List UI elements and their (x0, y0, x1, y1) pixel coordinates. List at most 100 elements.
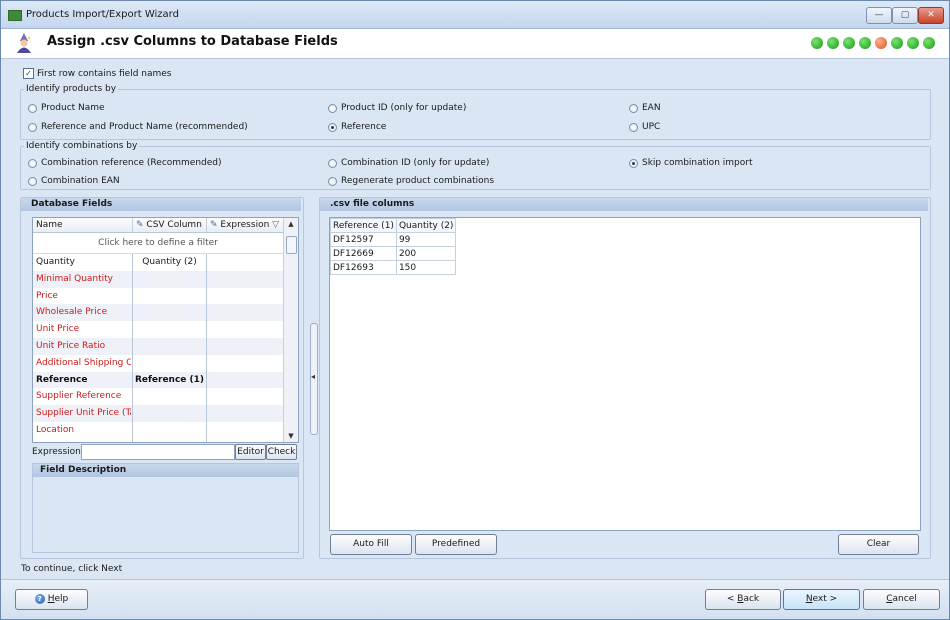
radio-icon[interactable] (328, 122, 337, 132)
radio-combination-reference[interactable]: Combination reference (Recommended) (28, 158, 222, 168)
scroll-down-icon[interactable]: ▼ (286, 432, 296, 440)
radio-product-id[interactable]: Product ID (only for update) (328, 103, 466, 113)
step-dot-icon (891, 37, 903, 49)
maximize-button[interactable]: ▢ (892, 7, 918, 24)
field-row[interactable]: Reference Reference (1) (33, 371, 283, 389)
check-icon[interactable]: ✓ (23, 68, 34, 79)
column-csv-header[interactable]: ✎ CSV Column (133, 218, 207, 232)
filter-row[interactable]: Click here to define a filter (33, 233, 283, 254)
radio-skip-combination[interactable]: Skip combination import (629, 158, 752, 168)
field-name: Unit Price Ratio (36, 340, 106, 351)
radio-icon[interactable] (629, 122, 638, 132)
csv-columns-title: .csv file columns (320, 198, 928, 211)
radio-product-name[interactable]: Product Name (28, 103, 105, 113)
radio-regenerate-combinations[interactable]: Regenerate product combinations (328, 176, 494, 186)
grid-header: Name ✎ CSV Column ✎ Expression ▽ (33, 218, 283, 233)
close-button[interactable]: ✕ (918, 7, 944, 24)
field-name: Minimal Quantity (36, 273, 114, 284)
grid-scrollbar[interactable]: ▲ ▼ (283, 218, 298, 442)
radio-label: Combination ID (only for update) (341, 158, 490, 168)
chevron-left-icon[interactable]: ◂ (311, 372, 315, 381)
radio-reference[interactable]: Reference (328, 122, 386, 132)
radio-icon[interactable] (328, 158, 337, 168)
csv-cell: DF12669 (330, 246, 397, 261)
radio-icon[interactable] (28, 176, 37, 186)
radio-icon[interactable] (328, 176, 337, 186)
help-icon: ? (34, 593, 45, 604)
scroll-thumb[interactable] (286, 236, 297, 254)
predefined-button[interactable]: Predefined (415, 534, 497, 555)
database-fields-title: Database Fields (21, 198, 301, 211)
step-dot-icon (811, 37, 823, 49)
field-row[interactable]: Location (33, 422, 283, 439)
clear-button[interactable]: Clear (838, 534, 919, 555)
radio-reference-and-name[interactable]: Reference and Product Name (recommended) (28, 122, 248, 132)
back-button[interactable]: < Back (705, 589, 781, 610)
field-csv-column[interactable]: Reference (1) (133, 372, 206, 389)
radio-label: Product Name (41, 103, 105, 113)
radio-combination-id[interactable]: Combination ID (only for update) (328, 158, 489, 168)
cancel-button[interactable]: Cancel (863, 589, 940, 610)
page-title: Assign .csv Columns to Database Fields (47, 34, 338, 49)
field-name: Reference (36, 374, 88, 385)
radio-label: Reference (341, 122, 387, 132)
editor-button[interactable]: Editor (235, 444, 266, 460)
field-row[interactable]: Additional Shipping Cost (33, 355, 283, 372)
radio-icon[interactable] (629, 103, 638, 113)
auto-fill-button[interactable]: Auto Fill (330, 534, 412, 555)
panel-splitter[interactable]: ◂ (310, 323, 318, 435)
radio-icon[interactable] (28, 122, 37, 132)
column-divider (132, 254, 133, 442)
csv-row: DF12597 99 (330, 232, 457, 247)
field-name: Supplier Reference (36, 391, 122, 402)
radio-upc[interactable]: UPC (629, 122, 660, 132)
step-dot-icon (907, 37, 919, 49)
csv-header-row: Reference (1) Quantity (2) (330, 218, 457, 233)
radio-label: Product ID (only for update) (341, 103, 467, 113)
wizard-header: Assign .csv Columns to Database Fields (1, 29, 949, 59)
step-dot-icon (923, 37, 935, 49)
database-fields-grid[interactable]: Name ✎ CSV Column ✎ Expression ▽ Click h… (32, 217, 299, 443)
field-row[interactable]: Minimal Quantity (33, 270, 283, 288)
radio-label: UPC (642, 122, 661, 132)
field-row[interactable]: Supplier Reference (33, 388, 283, 405)
expression-label: Expression (32, 447, 81, 457)
check-button[interactable]: Check (266, 444, 297, 460)
csv-header-cell[interactable]: Quantity (2) (395, 218, 457, 233)
minimize-button[interactable]: — (866, 7, 892, 24)
field-row[interactable]: Price (33, 288, 283, 305)
radio-icon[interactable] (28, 103, 37, 113)
radio-combination-ean[interactable]: Combination EAN (28, 176, 120, 186)
radio-icon[interactable] (328, 103, 337, 113)
field-name: Wholesale Price (36, 307, 108, 318)
field-name: Additional Shipping Cost (36, 357, 131, 368)
field-row[interactable]: Unit Price Ratio (33, 337, 283, 355)
help-button[interactable]: ? Help (15, 589, 88, 610)
step-dot-icon (843, 37, 855, 49)
column-expression-header[interactable]: ✎ Expression ▽ (207, 218, 283, 232)
field-row[interactable]: Unit Price (33, 321, 283, 338)
field-row[interactable]: Wholesale Price (33, 304, 283, 322)
column-name-header[interactable]: Name (33, 218, 133, 232)
next-button[interactable]: Next > (783, 589, 860, 610)
step-dot-icon (827, 37, 839, 49)
csv-row: DF12669 200 (330, 246, 457, 261)
expression-input[interactable] (81, 444, 235, 460)
csv-header-cell[interactable]: Reference (1) (330, 218, 397, 233)
radio-icon[interactable] (629, 158, 638, 168)
identify-combinations-label: Identify combinations by (24, 141, 140, 151)
field-row[interactable]: Quantity Quantity (2) (33, 254, 283, 271)
field-name: Quantity (36, 257, 75, 267)
radio-icon[interactable] (28, 158, 37, 168)
scroll-up-icon[interactable]: ▲ (286, 220, 296, 228)
title-bar: Products Import/Export Wizard — ▢ ✕ (1, 1, 949, 29)
first-row-checkbox[interactable]: ✓ First row contains field names (23, 68, 171, 79)
radio-ean[interactable]: EAN (629, 103, 661, 113)
app-icon (8, 10, 22, 21)
csv-preview[interactable]: Reference (1) Quantity (2) DF12597 99 DF1266… (329, 217, 921, 531)
field-name: Location (36, 424, 75, 435)
field-row[interactable]: Supplier Unit Price (Tax (33, 405, 283, 422)
radio-label: Skip combination import (642, 158, 753, 168)
filter-icon[interactable]: ▽ (272, 220, 279, 230)
field-csv-column[interactable]: Quantity (2) (133, 254, 206, 271)
